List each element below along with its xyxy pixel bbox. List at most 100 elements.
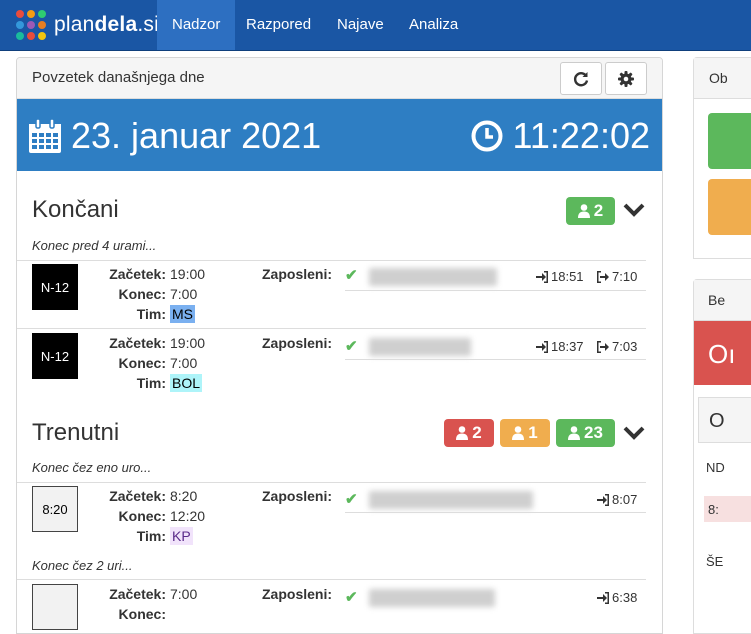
employee-name-blurred[interactable]: [369, 589, 495, 607]
badge-count: 1: [528, 423, 538, 442]
red-banner: Oı: [694, 321, 751, 385]
orange-card[interactable]: [708, 179, 751, 235]
user-icon: [456, 426, 469, 440]
label-start: Začetek:: [109, 488, 166, 504]
panel-header: Povzetek današnjega dne: [17, 58, 662, 99]
daily-summary-panel: Povzetek današnjega dne 23. januar 2021 …: [16, 57, 663, 634]
divider: [345, 290, 646, 291]
label-start: Začetek:: [109, 266, 166, 282]
value-start: 7:00: [170, 586, 198, 602]
gear-icon: [618, 70, 634, 87]
shift-code[interactable]: N-12: [32, 333, 78, 379]
badge-count: 2: [472, 423, 482, 442]
refresh-button[interactable]: [560, 62, 602, 95]
check-icon: ✔: [345, 589, 358, 606]
label-team: Tim:: [136, 528, 166, 544]
nav-analiza[interactable]: Analiza: [394, 0, 473, 50]
label-start: Začetek:: [109, 335, 166, 351]
side-day-label: ŠE: [706, 554, 724, 569]
chevron-down-icon[interactable]: [623, 425, 645, 441]
badge-trenutni-orange[interactable]: 1: [500, 419, 550, 447]
badge-koncani[interactable]: 2: [566, 197, 615, 225]
chevron-down-icon[interactable]: [623, 202, 645, 218]
side-panel-top: Ob: [693, 57, 751, 259]
label-employees: Zaposleni:: [262, 335, 333, 351]
check-out-time: 7:03: [597, 339, 637, 354]
refresh-icon: [573, 71, 589, 86]
panel-title: Povzetek današnjega dne: [32, 69, 205, 86]
section-title-koncani: Končani: [32, 196, 119, 223]
clock-icon: [471, 120, 503, 152]
badge-count: 2: [593, 201, 604, 220]
value-end: 12:20: [170, 508, 206, 524]
divider: [17, 260, 646, 261]
divider: [17, 579, 646, 580]
note-trenutni-2: Konec čez 2 uri...: [32, 558, 133, 573]
label-employees: Zaposleni:: [262, 488, 333, 504]
note-trenutni-1: Konec čez eno uro...: [32, 460, 152, 475]
current-date: 23. januar 2021: [71, 115, 322, 156]
settings-button[interactable]: [605, 62, 647, 95]
user-icon: [568, 426, 581, 440]
label-employees: Zaposleni:: [262, 586, 333, 602]
check-icon: ✔: [345, 338, 358, 355]
check-in-time: 6:38: [597, 590, 637, 605]
badge-count: 23: [584, 423, 603, 442]
side-day-label: ND: [706, 460, 725, 475]
divider: [17, 328, 646, 329]
sign-in-icon: [536, 340, 548, 353]
nav-razpored[interactable]: Razpored: [231, 0, 326, 50]
red-banner-text: Oı: [708, 339, 736, 369]
calendar-icon: [29, 118, 61, 153]
shift-code[interactable]: N-12: [32, 264, 78, 310]
side-panel-title: Ob: [709, 70, 728, 86]
brand-logo[interactable]: plandela.si: [16, 10, 159, 40]
value-end: 7:00: [170, 286, 198, 302]
value-end: 7:00: [170, 355, 198, 371]
shift-code[interactable]: 8:20: [32, 486, 78, 532]
side-panel-header: Be: [694, 280, 751, 321]
divider: [345, 512, 646, 513]
employee-name-blurred[interactable]: [369, 338, 471, 356]
check-in-time: 18:51: [536, 269, 584, 284]
brand-name: plandela.si: [54, 13, 159, 36]
employee-name-blurred[interactable]: [369, 268, 497, 286]
value-start: 19:00: [170, 266, 206, 282]
team-tag: BOL: [170, 374, 203, 392]
check-in-time: 18:37: [536, 339, 584, 354]
logo-grid-icon: [16, 10, 46, 40]
sign-out-icon: [597, 270, 609, 283]
note-koncani: Konec pred 4 urami...: [32, 238, 157, 253]
sign-out-icon: [597, 340, 609, 353]
divider: [345, 359, 646, 360]
badge-trenutni-red[interactable]: 2: [444, 419, 494, 447]
side-subpanel-title: O: [709, 410, 725, 432]
check-out-time: 7:10: [597, 269, 637, 284]
shift-code[interactable]: [32, 584, 78, 630]
badge-trenutni-green[interactable]: 23: [556, 419, 615, 447]
check-icon: ✔: [345, 267, 358, 284]
side-day-value: 8:: [708, 502, 719, 517]
date-banner: 23. januar 2021 11:22:02: [17, 99, 662, 171]
check-in-time: 8:07: [597, 492, 637, 507]
nav-najave[interactable]: Najave: [322, 0, 399, 50]
user-icon: [512, 426, 525, 440]
sign-in-icon: [536, 270, 548, 283]
label-end: Konec:: [118, 606, 166, 622]
check-icon: ✔: [345, 491, 358, 508]
team-tag: KP: [170, 527, 193, 545]
label-end: Konec:: [118, 508, 166, 524]
employee-name-blurred[interactable]: [369, 491, 533, 509]
label-start: Začetek:: [109, 586, 166, 602]
label-team: Tim:: [136, 306, 166, 322]
label-employees: Zaposleni:: [262, 266, 333, 282]
side-panel-title: Be: [708, 292, 726, 308]
value-start: 19:00: [170, 335, 206, 351]
green-card[interactable]: [708, 113, 751, 169]
side-panel-header: Ob: [694, 58, 751, 99]
value-start: 8:20: [170, 488, 198, 504]
side-panel-bottom: Be Oı O ND 8: ŠE: [693, 279, 751, 634]
nav-nadzor[interactable]: Nadzor: [157, 0, 236, 50]
side-day-cell: 8:: [704, 496, 751, 522]
label-team: Tim:: [136, 375, 166, 391]
